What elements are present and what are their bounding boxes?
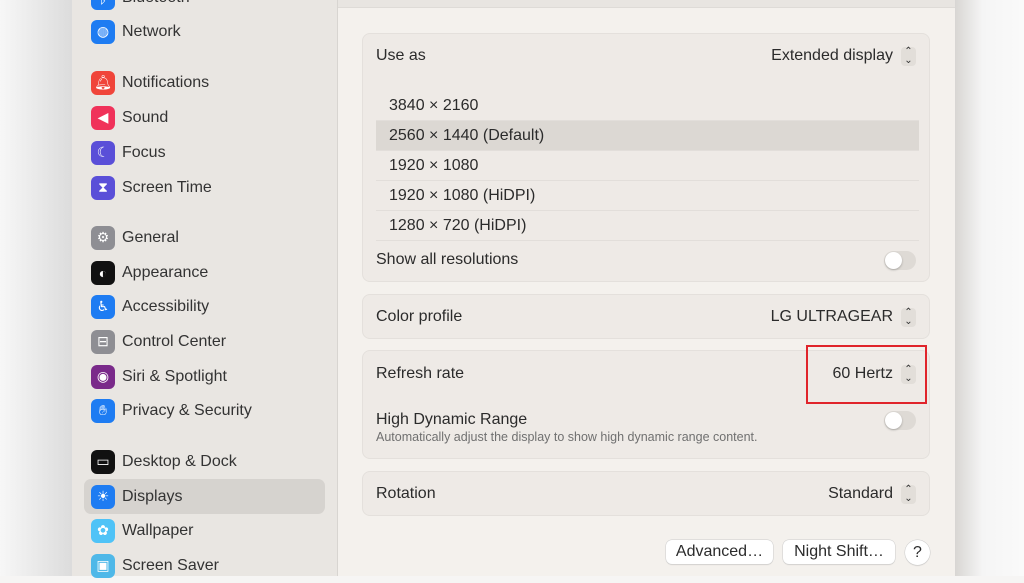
hdr-row: High Dynamic Range <box>376 409 916 431</box>
appearance-icon: ◐ <box>91 260 115 285</box>
displays-pane: Use as Extended display ⌃ ⌄ 3840 × 2160 256… <box>338 0 955 576</box>
use-as-popup[interactable]: Extended display ⌃ ⌄ <box>771 46 916 66</box>
sun-icon: ☀ <box>91 484 115 509</box>
sidebar-item-bluetooth[interactable]: ᛒ Bluetooth <box>84 0 325 15</box>
rotation-group: Rotation Standard ⌃ ⌄ <box>362 471 930 516</box>
rotation-row: Rotation Standard ⌃ ⌄ <box>376 482 916 506</box>
sidebar-item-label: Screen Time <box>122 178 212 196</box>
sidebar-item-label: Control Center <box>122 332 227 350</box>
sidebar-item-label: Siri & Spotlight <box>122 367 227 385</box>
chevron-updown-icon: ⌃ ⌄ <box>901 307 916 327</box>
sidebar-item-siri-spotlight[interactable]: ◉ Siri & Spotlight <box>84 359 325 394</box>
resolution-option[interactable]: 1920 × 1080 <box>376 151 919 181</box>
desktop-background <box>955 0 1024 576</box>
sidebar-item-notifications[interactable]: 🔔︎ Notifications <box>84 65 325 100</box>
sidebar-item-general[interactable]: ⚙ General <box>84 220 325 255</box>
sidebar-item-label: Accessibility <box>122 297 210 315</box>
show-all-resolutions-toggle[interactable] <box>884 250 916 270</box>
sidebar-item-network[interactable]: ◍ Network <box>84 14 325 49</box>
sidebar: ᛒ Bluetooth ◍ Network 🔔︎ Notifications ◀ Sound ☾… <box>72 0 338 578</box>
rotation-label: Rotation <box>376 485 436 502</box>
color-profile-popup[interactable]: LG ULTRAGEAR ⌃ ⌄ <box>770 307 916 327</box>
sidebar-item-label: Notifications <box>122 73 210 91</box>
sidebar-item-label: Appearance <box>122 263 209 281</box>
chevron-updown-icon: ⌃ ⌄ <box>901 46 916 66</box>
rotation-value: Standard <box>828 485 893 502</box>
bell-icon: 🔔︎ <box>91 70 115 95</box>
desktop-background <box>0 0 72 576</box>
sidebar-item-label: Screen Saver <box>122 556 219 574</box>
color-profile-group: Color profile LG ULTRAGEAR ⌃ ⌄ <box>362 294 930 339</box>
sidebar-item-desktop-dock[interactable]: ▭ Desktop & Dock <box>84 444 325 479</box>
hourglass-icon: ⧗ <box>91 175 115 200</box>
sidebar-item-displays[interactable]: ☀ Displays <box>84 479 325 514</box>
switches-icon: ⊟ <box>91 329 115 354</box>
resolution-group: Use as Extended display ⌃ ⌄ 3840 × 2160 256… <box>362 33 930 282</box>
sidebar-item-screen-time[interactable]: ⧗ Screen Time <box>84 170 325 205</box>
bluetooth-icon: ᛒ <box>91 0 115 10</box>
color-profile-row: Color profile LG ULTRAGEAR ⌃ ⌄ <box>376 305 916 329</box>
sidebar-item-wallpaper[interactable]: ✿ Wallpaper <box>84 513 325 548</box>
speaker-icon: ◀ <box>91 105 115 130</box>
sidebar-item-label: Displays <box>122 487 183 505</box>
dock-icon: ▭ <box>91 449 115 474</box>
moon-icon: ☾ <box>91 140 115 165</box>
sidebar-item-appearance[interactable]: ◐ Appearance <box>84 255 325 290</box>
sidebar-item-sound[interactable]: ◀ Sound <box>84 100 325 135</box>
refresh-rate-label: Refresh rate <box>376 365 465 382</box>
chevron-updown-icon: ⌃ ⌄ <box>901 484 916 504</box>
hdr-label: High Dynamic Range <box>376 411 528 428</box>
show-all-label: Show all resolutions <box>376 251 519 268</box>
sidebar-item-label: Wallpaper <box>122 521 194 539</box>
hdr-toggle[interactable] <box>884 410 916 430</box>
sidebar-item-label: Privacy & Security <box>122 401 252 419</box>
screensaver-icon: ▣ <box>91 553 115 578</box>
use-as-row: Use as Extended display ⌃ ⌄ <box>376 44 916 68</box>
sidebar-item-label: Network <box>122 22 181 40</box>
color-profile-label: Color profile <box>376 308 463 325</box>
sidebar-item-screen-saver[interactable]: ▣ Screen Saver <box>84 548 325 583</box>
sidebar-item-control-center[interactable]: ⊟ Control Center <box>84 324 325 359</box>
resolution-option[interactable]: 1920 × 1080 (HiDPI) <box>376 181 919 211</box>
night-shift-button[interactable]: Night Shift… <box>783 540 895 564</box>
use-as-value: Extended display <box>771 47 893 64</box>
sidebar-item-accessibility[interactable]: ♿︎ Accessibility <box>84 289 325 324</box>
flower-icon: ✿ <box>91 518 115 543</box>
siri-icon: ◉ <box>91 364 115 389</box>
resolution-option[interactable]: 2560 × 1440 (Default) <box>376 121 919 151</box>
sidebar-item-label: Sound <box>122 108 169 126</box>
globe-icon: ◍ <box>91 19 115 44</box>
sidebar-item-label: Desktop & Dock <box>122 452 237 470</box>
display-selector-strip <box>338 0 955 8</box>
use-as-label: Use as <box>376 47 426 64</box>
sidebar-item-focus[interactable]: ☾ Focus <box>84 135 325 170</box>
help-button[interactable]: ? <box>905 540 930 565</box>
gear-icon: ⚙ <box>91 225 115 250</box>
sidebar-item-label: Focus <box>122 143 166 161</box>
highlight-box <box>806 345 927 404</box>
hand-icon: ✋︎ <box>91 398 115 423</box>
accessibility-icon: ♿︎ <box>91 294 115 319</box>
sidebar-item-privacy-security[interactable]: ✋︎ Privacy & Security <box>84 393 325 428</box>
rotation-popup[interactable]: Standard ⌃ ⌄ <box>828 484 916 504</box>
resolution-option[interactable]: 3840 × 2160 <box>376 91 919 121</box>
show-all-resolutions-row: Show all resolutions <box>376 248 916 272</box>
sidebar-item-label: Bluetooth <box>122 0 190 7</box>
advanced-button[interactable]: Advanced… <box>666 540 773 564</box>
sidebar-item-label: General <box>122 228 179 246</box>
resolution-option[interactable]: 1280 × 720 (HiDPI) <box>376 211 919 241</box>
color-profile-value: LG ULTRAGEAR <box>770 308 893 325</box>
hdr-description: Automatically adjust the display to show… <box>376 430 758 444</box>
